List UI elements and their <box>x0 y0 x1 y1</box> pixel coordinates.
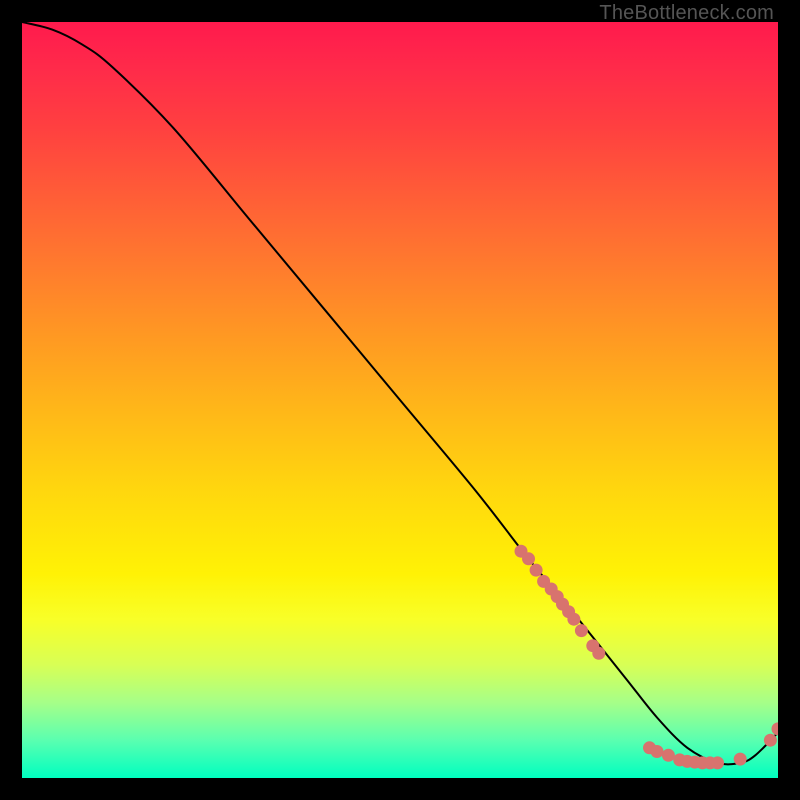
data-marker <box>711 756 724 769</box>
data-marker <box>734 753 747 766</box>
data-marker <box>575 624 588 637</box>
bottleneck-curve-line <box>22 22 778 764</box>
data-marker <box>764 734 777 747</box>
chart-svg <box>22 22 778 778</box>
data-marker <box>567 613 580 626</box>
plot-area <box>22 22 778 778</box>
chart-stage: TheBottleneck.com <box>0 0 800 800</box>
data-marker <box>530 564 543 577</box>
data-marker <box>522 552 535 565</box>
data-marker <box>662 749 675 762</box>
data-marker <box>592 647 605 660</box>
data-markers <box>515 545 779 770</box>
data-marker <box>772 722 779 735</box>
data-marker <box>651 745 664 758</box>
